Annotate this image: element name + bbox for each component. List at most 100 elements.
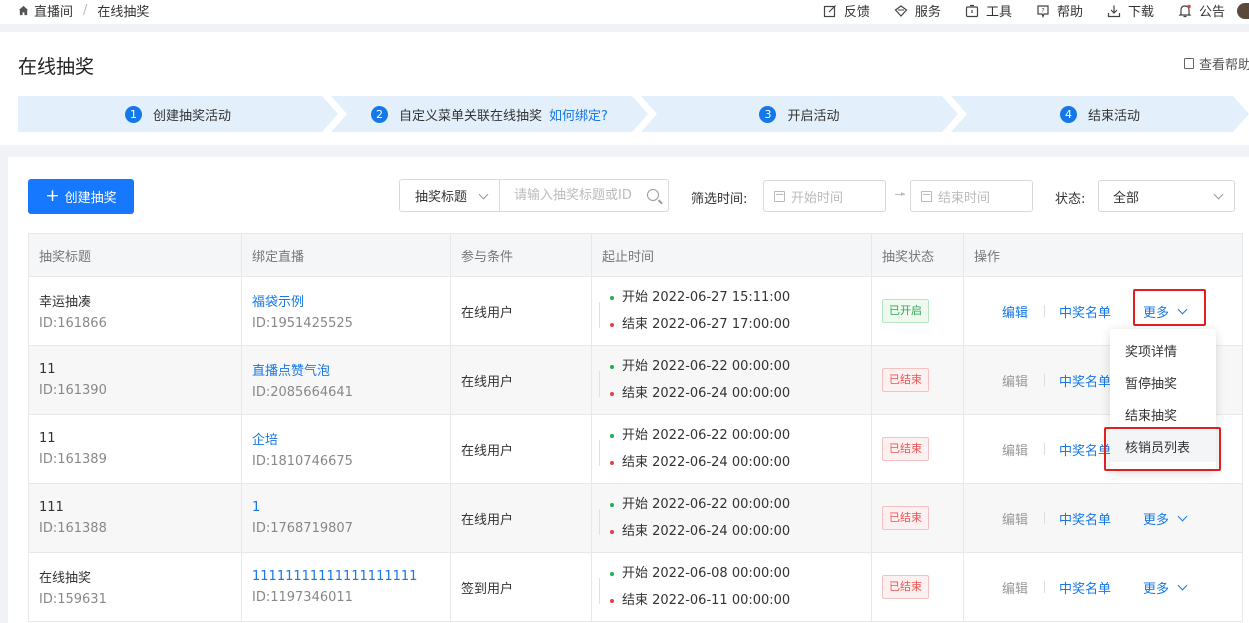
status-select-value: 全部: [1113, 190, 1140, 206]
winners-button[interactable]: 中奖名单: [1059, 302, 1111, 321]
live-link[interactable]: 1: [252, 500, 450, 515]
chevron-down-icon: [1177, 511, 1188, 521]
end-time-placeholder: 结束时间: [938, 190, 991, 206]
live-link[interactable]: 企培: [252, 429, 450, 448]
condition: 在线用户: [450, 276, 592, 346]
start-time: 开始 2022-06-22 00:00:00: [622, 358, 791, 374]
edit-button[interactable]: 编辑: [1002, 371, 1028, 390]
lottery-table: 抽奖标题 绑定直播 参与条件 起止时间 抽奖状态 操作 幸运抽凑 ID:16186…: [28, 233, 1243, 622]
view-help-link[interactable]: 查看帮助: [1183, 54, 1249, 73]
nav-service-label: 服务: [914, 5, 941, 20]
lottery-id: ID:161390: [39, 383, 107, 398]
end-time-input[interactable]: 结束时间: [910, 180, 1033, 212]
start-dot-icon: [610, 364, 614, 369]
nav-tools-label: 工具: [985, 5, 1012, 20]
end-time: 结束 2022-06-24 00:00:00: [622, 454, 791, 470]
live-id: ID:2085664641: [252, 385, 353, 400]
more-label: 更多: [1143, 512, 1170, 528]
lottery-id: ID:161389: [39, 452, 107, 467]
status-badge: 已结束: [882, 368, 929, 392]
avatar[interactable]: [1237, 3, 1249, 19]
winners-button[interactable]: 中奖名单: [1059, 578, 1111, 597]
winners-button[interactable]: 中奖名单: [1059, 509, 1111, 528]
nav-feedback-label: 反馈: [843, 5, 870, 20]
start-dot-icon: [610, 433, 614, 438]
nav-help[interactable]: ? 帮助: [1036, 1, 1083, 20]
winners-button[interactable]: 中奖名单: [1059, 371, 1111, 390]
end-time: 结束 2022-06-11 00:00:00: [622, 592, 791, 608]
page-title: 在线抽奖: [18, 56, 95, 78]
step-3-number: 3: [759, 106, 776, 123]
end-time: 结束 2022-06-27 17:00:00: [622, 316, 791, 332]
nav-tools[interactable]: 工具: [965, 1, 1012, 20]
chevron-down-icon: [1177, 580, 1188, 590]
filter-time-label: 筛选时间:: [691, 192, 748, 207]
live-link[interactable]: 福袋示例: [252, 291, 450, 310]
start-time: 开始 2022-06-22 00:00:00: [622, 427, 791, 443]
search-field-value: 抽奖标题: [415, 190, 468, 205]
lottery-title: 在线抽奖: [39, 571, 92, 586]
edit-button[interactable]: 编辑: [1002, 302, 1028, 321]
lottery-title: 幸运抽凑: [39, 295, 92, 310]
time-range: 开始 2022-06-22 00:00:00 结束 2022-06-24 00:0…: [599, 496, 871, 541]
lottery-id: ID:161388: [39, 521, 107, 536]
edit-button[interactable]: 编辑: [1002, 578, 1028, 597]
edit-button[interactable]: 编辑: [1002, 440, 1028, 459]
nav-feedback[interactable]: 反馈: [823, 1, 870, 20]
search-field-select[interactable]: 抽奖标题: [400, 180, 500, 211]
step-1-label: 创建抽奖活动: [152, 108, 231, 124]
live-link[interactable]: 11111111111111111111: [252, 569, 450, 584]
menu-item-end-lottery[interactable]: 结束抽奖: [1110, 398, 1216, 430]
download-icon: [1107, 5, 1121, 17]
live-id: ID:1197346011: [252, 590, 353, 605]
home-icon: [18, 5, 29, 16]
step-4: 4 结束活动: [951, 96, 1249, 132]
toolbox-icon: [965, 4, 979, 17]
calendar-icon: [921, 190, 932, 202]
menu-item-prize-details[interactable]: 奖项详情: [1110, 334, 1216, 366]
step-2-label: 自定义菜单关联在线抽奖: [399, 108, 543, 124]
breadcrumb: 直播间 / 在线抽奖: [18, 1, 149, 20]
nav-download[interactable]: 下载: [1107, 1, 1154, 20]
step-4-number: 4: [1060, 106, 1077, 123]
live-id: ID:1810746675: [252, 454, 353, 469]
menu-item-pause-lottery[interactable]: 暂停抽奖: [1110, 366, 1216, 398]
edit-button[interactable]: 编辑: [1002, 509, 1028, 528]
how-to-bind-link[interactable]: 如何绑定?: [549, 105, 608, 124]
lottery-id: ID:161866: [39, 316, 107, 331]
status-label: 状态:: [1055, 192, 1086, 207]
end-time: 结束 2022-06-24 00:00:00: [622, 523, 791, 539]
search-input[interactable]: [500, 180, 668, 211]
create-lottery-label: 创建抽奖: [64, 191, 117, 206]
end-dot-icon: [610, 529, 614, 534]
more-button[interactable]: 更多: [1143, 509, 1188, 528]
bell-icon: [1178, 4, 1192, 17]
chevron-down-icon: [478, 189, 489, 200]
step-1: 1 创建抽奖活动: [18, 96, 338, 132]
breadcrumb-current: 在线抽奖: [97, 5, 150, 20]
search-icon[interactable]: [647, 189, 659, 201]
start-time-input[interactable]: 开始时间: [763, 180, 886, 212]
highlight-more-button: [1133, 289, 1206, 326]
nav-service[interactable]: 服务: [894, 1, 941, 20]
time-range: 开始 2022-06-27 15:11:00 结束 2022-06-27 17:0…: [599, 289, 871, 334]
live-link[interactable]: 直播点赞气泡: [252, 360, 450, 379]
nav-announcement[interactable]: 公告: [1178, 1, 1225, 20]
start-time-placeholder: 开始时间: [791, 190, 844, 206]
status-badge: 已结束: [882, 437, 929, 461]
arrow-right-icon: [895, 192, 905, 196]
step-3: 3 开启活动: [641, 96, 958, 132]
col-live: 绑定直播: [241, 233, 451, 277]
start-time: 开始 2022-06-08 00:00:00: [622, 565, 791, 581]
table-row: 111 ID:161388 1 ID:1768719807 在线用户 开始 2022…: [28, 483, 1243, 553]
highlight-verifier-list: [1104, 427, 1221, 471]
status-select[interactable]: 全部: [1098, 180, 1235, 212]
more-button[interactable]: 更多: [1143, 578, 1188, 597]
calendar-icon: [774, 190, 785, 202]
col-time: 起止时间: [591, 233, 872, 277]
lottery-title: 111: [39, 500, 64, 515]
live-id: ID:1768719807: [252, 521, 353, 536]
create-lottery-button[interactable]: + 创建抽奖: [28, 179, 134, 214]
condition: 在线用户: [450, 483, 592, 553]
breadcrumb-home[interactable]: 直播间: [34, 1, 73, 20]
